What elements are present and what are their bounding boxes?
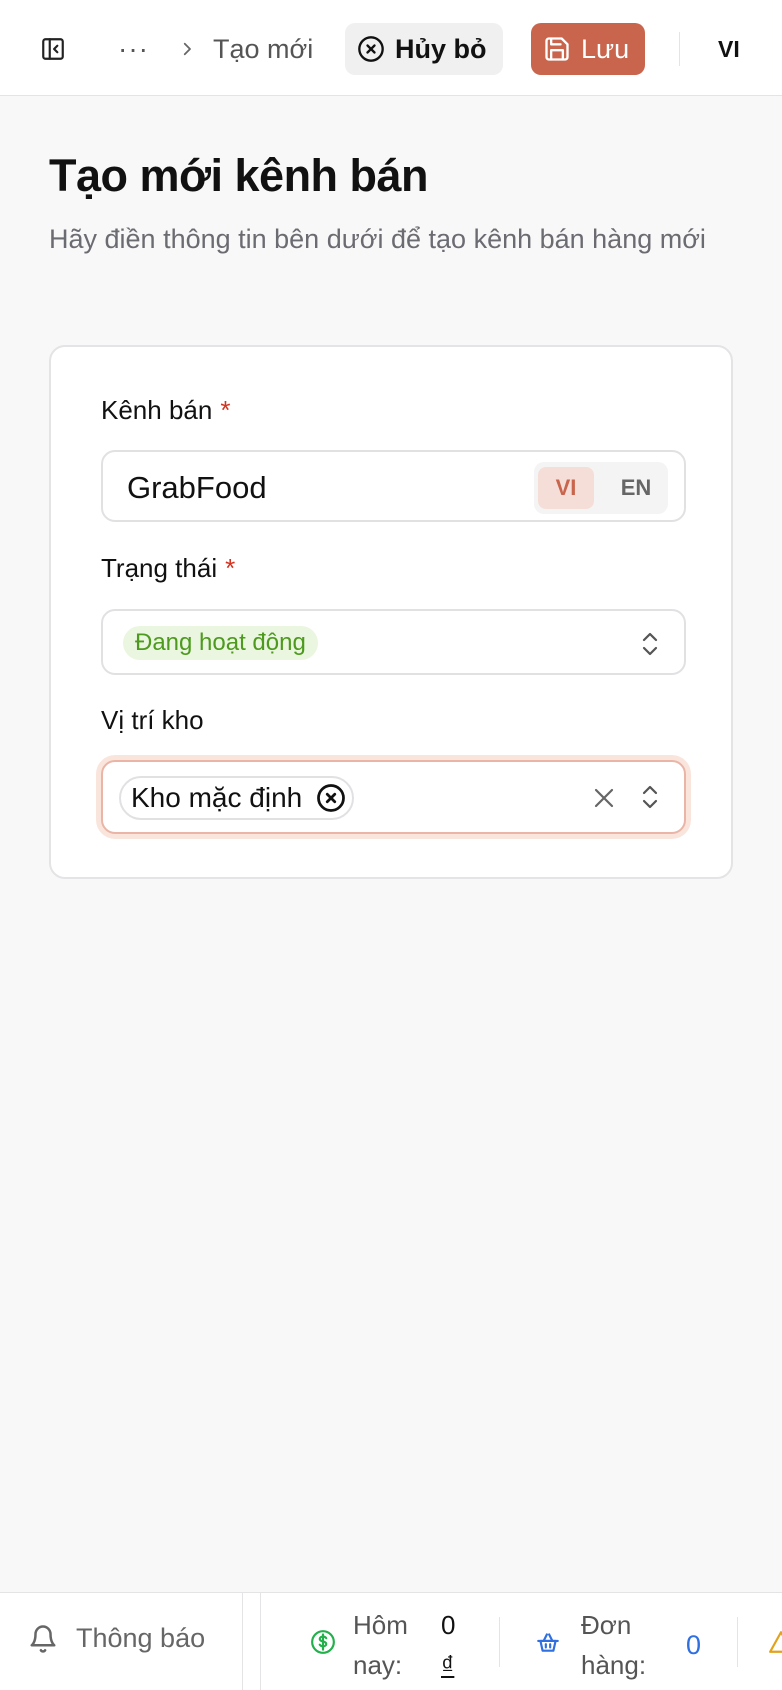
channel-label-text: Kênh bán <box>101 395 213 425</box>
status-footer: Thông báo Hôm nay: 0 ₫ Đơn hàng: 0 <box>0 1592 782 1690</box>
orders-label: Đơn hàng: <box>581 1605 646 1685</box>
breadcrumb-separator <box>178 30 196 68</box>
lang-option-en[interactable]: EN <box>608 467 664 509</box>
notifications-label: Thông báo <box>76 1623 206 1653</box>
top-bar: ··· Tạo mới Hủy bỏ Lưu VI <box>0 0 782 96</box>
notifications-button[interactable]: Thông báo <box>28 1623 205 1654</box>
channel-name-value: GrabFood <box>127 470 267 505</box>
warehouse-label-text: Vị trí kho <box>101 705 204 735</box>
chevron-right-icon <box>183 42 191 56</box>
dollar-circle-icon <box>311 1630 335 1654</box>
today-label-line1: Hôm <box>353 1610 408 1640</box>
breadcrumb-current: Tạo mới <box>213 33 314 64</box>
save-button-label: Lưu <box>581 33 630 64</box>
chevron-up-down-icon <box>642 632 658 656</box>
warehouse-label: Vị trí kho <box>101 705 204 736</box>
footer-divider <box>737 1617 738 1667</box>
footer-divider <box>242 1593 243 1690</box>
orders-label-line2: hàng: <box>581 1650 647 1680</box>
form-card: Kênh bán * GrabFood VI EN Trạng thái * Đan… <box>49 345 733 879</box>
basket-icon <box>537 1633 559 1652</box>
warehouse-tag: Kho mặc định <box>119 776 355 820</box>
orders-value: 0 <box>686 1630 702 1660</box>
chevron-up-down-icon <box>642 785 658 809</box>
status-badge: Đang hoạt động <box>123 626 318 660</box>
save-button[interactable]: Lưu <box>531 23 645 75</box>
today-revenue-value: 0 ₫ <box>441 1605 455 1685</box>
floppy-disk-icon <box>545 37 569 61</box>
bell-icon <box>30 1624 56 1653</box>
cancel-button[interactable]: Hủy bỏ <box>345 23 503 75</box>
remove-tag-icon[interactable] <box>316 783 346 813</box>
sidebar-toggle-button[interactable] <box>34 30 72 68</box>
page-title: Tạo mới kênh bán <box>49 150 429 201</box>
footer-divider <box>499 1617 500 1667</box>
language-switcher[interactable]: VI <box>718 30 740 68</box>
required-mark: * <box>220 395 231 425</box>
warehouse-multiselect[interactable]: Kho mặc định <box>101 760 686 834</box>
channel-language-toggle: VI EN <box>534 462 668 514</box>
status-select[interactable]: Đang hoạt động <box>101 609 686 675</box>
warehouse-tag-label: Kho mặc định <box>131 782 303 813</box>
x-circle-icon <box>358 36 384 62</box>
footer-divider <box>260 1593 261 1690</box>
page-subtitle: Hãy điền thông tin bên dưới để tạo kênh … <box>49 224 706 254</box>
breadcrumb-ellipsis[interactable]: ··· <box>118 30 149 68</box>
lang-option-vi[interactable]: VI <box>538 467 594 509</box>
orders-label-line1: Đơn <box>581 1610 632 1640</box>
today-currency: ₫ <box>441 1650 455 1680</box>
today-revenue-label: Hôm nay: <box>353 1605 408 1685</box>
cancel-button-label: Hủy bỏ <box>395 33 487 64</box>
status-label-text: Trạng thái <box>101 553 218 583</box>
status-label: Trạng thái * <box>101 553 235 584</box>
today-label-line2: nay: <box>353 1650 403 1680</box>
today-value: 0 <box>441 1610 456 1640</box>
required-mark: * <box>225 553 236 583</box>
warning-icon <box>769 1631 782 1653</box>
x-icon[interactable] <box>592 786 616 810</box>
sidebar-toggle-icon <box>42 38 64 60</box>
topbar-divider <box>679 32 680 66</box>
channel-name-input[interactable]: GrabFood VI EN <box>101 450 686 522</box>
channel-label: Kênh bán * <box>101 395 230 426</box>
